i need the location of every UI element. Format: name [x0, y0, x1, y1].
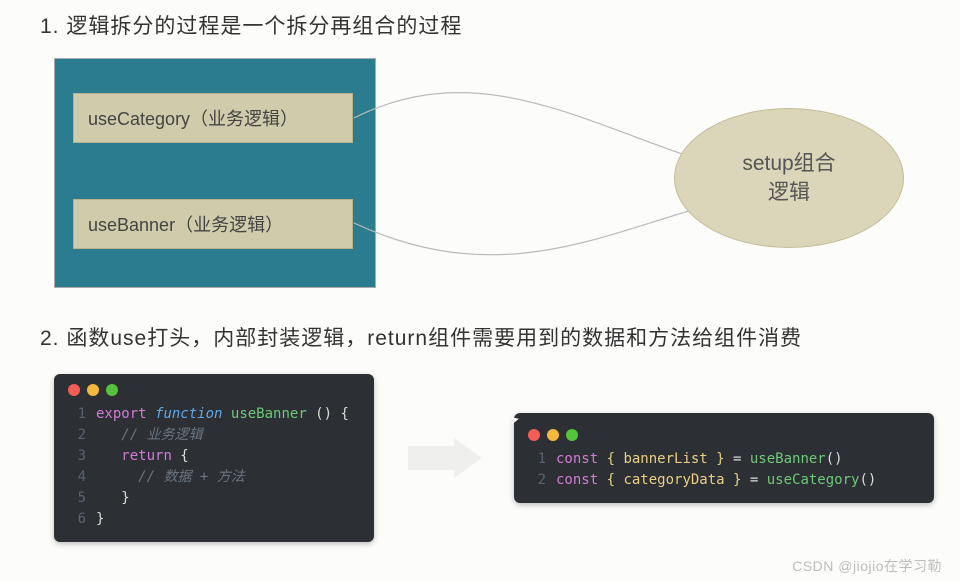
code-block-left: 1export function useBanner () { 2 // 业务逻… — [54, 374, 374, 542]
dot-max-icon — [106, 384, 118, 396]
module-container: useCategory（业务逻辑） useBanner（业务逻辑） — [54, 58, 376, 288]
code-line: 1const { bannerList } = useBanner() — [528, 449, 920, 470]
arrow-bottom — [354, 178, 714, 298]
watermark: CSDN @jiojio在学习勒 — [792, 556, 942, 576]
dot-close-icon — [528, 429, 540, 441]
code-line: 1export function useBanner () { — [68, 404, 360, 425]
code-line: 5 } — [68, 488, 360, 509]
heading-1: 1. 逻辑拆分的过程是一个拆分再组合的过程 — [0, 0, 960, 40]
code-block-right: ➤ 1const { bannerList } = useBanner() 2c… — [514, 413, 934, 503]
heading-2: 2. 函数use打头，内部封装逻辑，return组件需要用到的数据和方法给组件消… — [0, 308, 960, 352]
use-category-box: useCategory（业务逻辑） — [73, 93, 353, 143]
arrow-right-icon — [404, 438, 484, 478]
code-line: 4 // 数据 + 方法 — [68, 467, 360, 488]
code-line: 6} — [68, 509, 360, 530]
setup-ellipse: setup组合 逻辑 — [674, 108, 904, 248]
dot-close-icon — [68, 384, 80, 396]
ellipse-line-1: setup组合 — [742, 149, 835, 178]
dot-max-icon — [566, 429, 578, 441]
cursor-icon: ➤ — [508, 410, 523, 432]
window-dots — [68, 384, 360, 396]
dot-min-icon — [87, 384, 99, 396]
code-row: 1export function useBanner () { 2 // 业务逻… — [54, 374, 960, 542]
window-dots — [528, 429, 920, 441]
use-banner-box: useBanner（业务逻辑） — [73, 199, 353, 249]
dot-min-icon — [547, 429, 559, 441]
code-line: 2const { categoryData } = useCategory() — [528, 470, 920, 491]
diagram-area: useCategory（业务逻辑） useBanner（业务逻辑） setup组… — [54, 58, 960, 308]
ellipse-line-2: 逻辑 — [768, 178, 810, 207]
code-line: 3 return { — [68, 446, 360, 467]
code-line: 2 // 业务逻辑 — [68, 425, 360, 446]
arrow-top — [354, 78, 714, 198]
